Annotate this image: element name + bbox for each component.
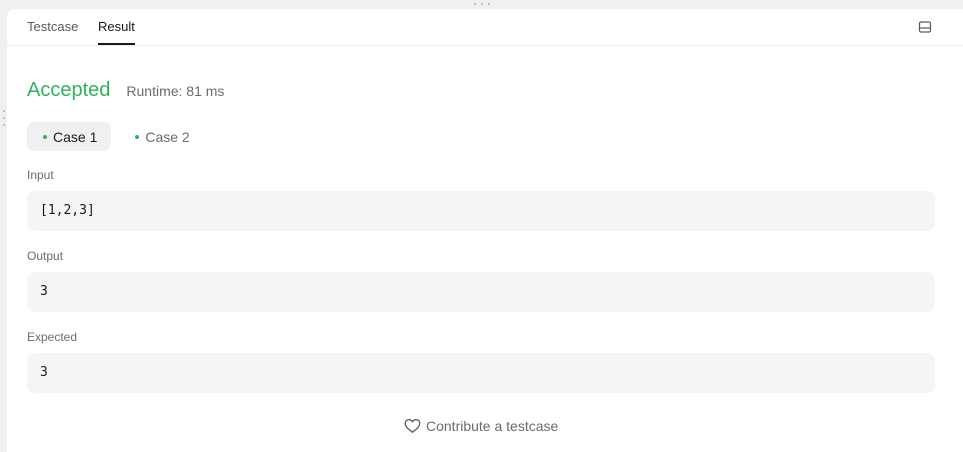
output-value-box: 3 [27, 272, 935, 312]
result-status-row: Accepted Runtime: 81 ms [27, 79, 224, 105]
case-tab-label: Case 2 [145, 128, 190, 145]
heart-icon [404, 418, 421, 433]
contribute-label: Contribute a testcase [426, 418, 559, 434]
input-value-box: [1,2,3] [27, 191, 935, 231]
case-pass-dot [135, 134, 140, 139]
result-panel: Testcase Result Accepted Runtime: 81 ms … [7, 9, 963, 452]
runtime-text: Runtime: 81 ms [126, 83, 225, 99]
output-label: Output [27, 249, 64, 263]
panel-layout-icon[interactable] [918, 20, 932, 34]
status-accepted: Accepted [27, 79, 111, 101]
panel-tabbar: Testcase Result [7, 9, 963, 46]
expected-label: Expected [27, 330, 78, 344]
case-pass-dot [43, 134, 47, 139]
contribute-testcase-button[interactable]: Contribute a testcase [404, 416, 558, 436]
tab-result[interactable]: Result [98, 9, 135, 45]
case-tabs: Case 1 Case 2 [27, 122, 204, 151]
vertical-resize-handle[interactable] [474, 2, 490, 6]
case-tab-2[interactable]: Case 2 [119, 122, 203, 151]
case-tab-1[interactable]: Case 1 [27, 122, 112, 151]
horizontal-resize-handle[interactable] [2, 110, 5, 126]
input-label: Input [27, 168, 54, 182]
case-tab-label: Case 1 [53, 128, 98, 145]
tab-testcase[interactable]: Testcase [27, 9, 78, 45]
expected-value-box: 3 [27, 353, 935, 393]
